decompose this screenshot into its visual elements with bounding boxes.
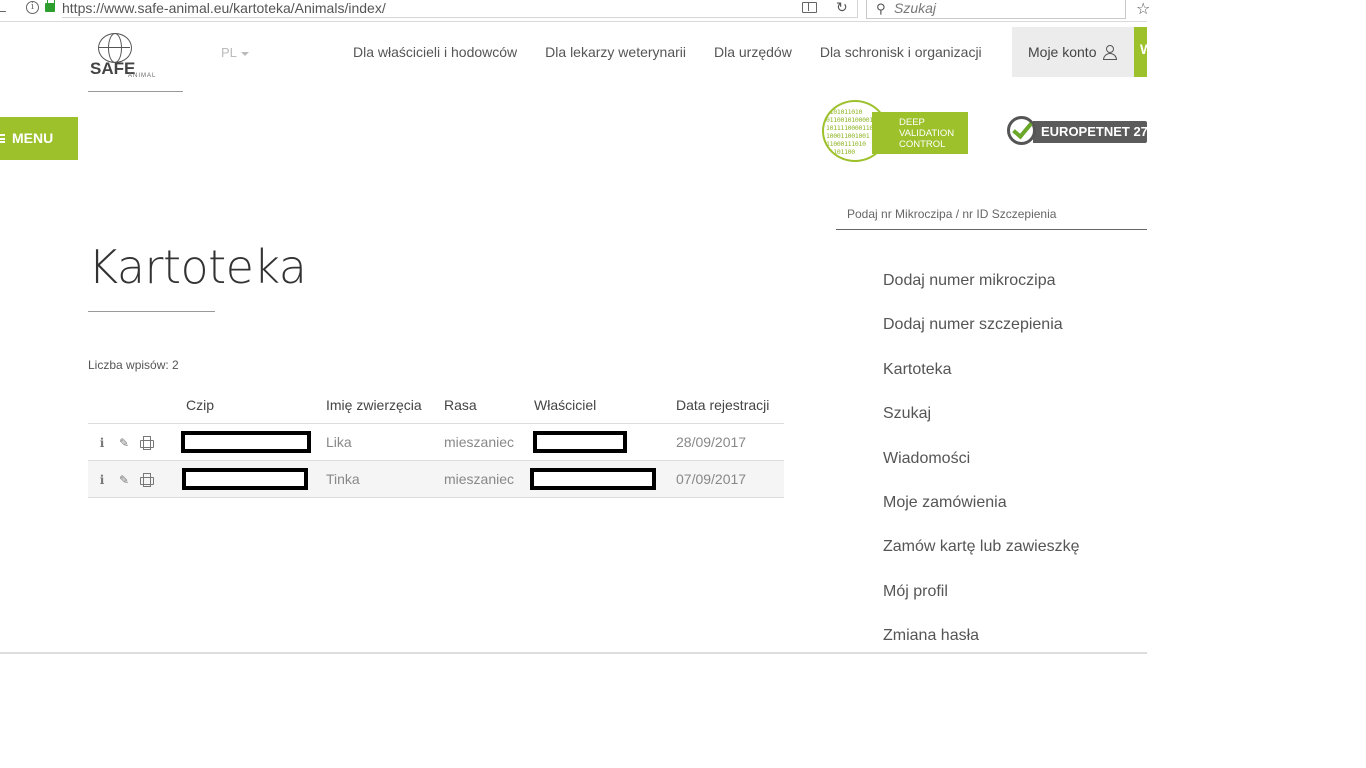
menu-label: MENU <box>12 130 54 146</box>
browser-search-placeholder[interactable]: Szukaj <box>894 0 936 16</box>
dvc-line-2: VALIDATION <box>899 128 955 139</box>
dvc-label: DEEP VALIDATION CONTROL <box>872 112 968 154</box>
side-menu-add-microchip[interactable]: Dodaj numer mikroczipa <box>883 260 1080 304</box>
logo-divider <box>88 91 183 92</box>
dvc-line-1: DEEP <box>899 117 925 128</box>
redaction-box <box>182 467 308 490</box>
nav-offices[interactable]: Dla urzędów <box>700 28 806 77</box>
registration-date-cell: 07/09/2017 <box>676 460 784 498</box>
safe-animal-logo[interactable]: SAFE ANIMAL <box>90 33 160 83</box>
europetnet-badge[interactable]: EUROPETNET 27 <box>1007 116 1147 147</box>
header-animal-name[interactable]: Imię zwierzęcia <box>326 388 444 424</box>
nav-green-tab-label: W <box>1140 41 1147 57</box>
animals-table: Czip Imię zwierzęcia Rasa Właściciel Dat… <box>88 388 784 498</box>
pencil-icon[interactable]: ✎ <box>117 436 131 450</box>
back-arrow-icon[interactable]: ← <box>0 1 9 18</box>
lock-icon <box>45 0 55 12</box>
print-icon[interactable] <box>139 472 154 487</box>
page-title: Kartoteka <box>88 240 307 294</box>
deep-validation-control-badge[interactable]: 1101011010 0110010100001 10111100001100 … <box>822 100 968 162</box>
bookmark-star-icon[interactable]: ☆ <box>1136 0 1150 19</box>
redaction-box <box>181 430 311 453</box>
language-selector[interactable]: PL <box>221 45 249 60</box>
side-menu-my-orders[interactable]: Moje zamówienia <box>883 482 1080 526</box>
row-actions: i ✎ <box>88 423 186 461</box>
table-header-row: Czip Imię zwierzęcia Rasa Właściciel Dat… <box>88 388 784 424</box>
logo-subtext: ANIMAL <box>128 73 157 79</box>
info-icon[interactable]: i <box>95 473 109 487</box>
registration-date-cell: 28/09/2017 <box>676 423 784 461</box>
owner-cell-redacted <box>533 423 676 461</box>
search-icon: ⚲ <box>876 1 886 16</box>
caret-down-icon <box>240 51 249 56</box>
menu-button[interactable]: MENU <box>0 117 78 160</box>
header-breed[interactable]: Rasa <box>444 388 534 424</box>
side-menu-my-profile[interactable]: Mój profil <box>883 571 1080 615</box>
breed-cell: mieszaniec <box>444 460 534 498</box>
row-actions: i ✎ <box>88 460 186 498</box>
hamburger-icon <box>0 134 5 143</box>
url-text[interactable]: https://www.safe-animal.eu/kartoteka/Ani… <box>62 0 386 17</box>
print-icon[interactable] <box>139 435 154 450</box>
header-owner[interactable]: Właściciel <box>534 388 676 424</box>
owner-cell-redacted <box>530 460 676 498</box>
dvc-line-3: CONTROL <box>899 139 946 150</box>
redaction-box <box>530 467 656 490</box>
side-menu-search[interactable]: Szukaj <box>883 393 1080 437</box>
pencil-icon[interactable]: ✎ <box>117 473 131 487</box>
user-icon <box>1103 45 1117 61</box>
nav-shelters-organizations[interactable]: Dla schronisk i organizacji <box>806 28 996 77</box>
info-icon[interactable]: i <box>95 436 109 450</box>
side-menu-order-card[interactable]: Zamów kartę lub zawieszkę <box>883 526 1080 570</box>
site-info-icon[interactable]: i <box>26 1 39 14</box>
reader-view-icon[interactable] <box>802 2 817 13</box>
language-label: PL <box>221 45 237 60</box>
reload-icon[interactable]: ↻ <box>836 0 848 16</box>
chip-cell-redacted <box>181 423 326 461</box>
table-row: i ✎ Tinka mieszaniec 07/09/2017 <box>88 460 784 498</box>
breed-cell: mieszaniec <box>444 423 534 461</box>
header-registration-date[interactable]: Data rejestracji <box>676 388 784 424</box>
europetnet-label: EUROPETNET 27 <box>1033 121 1147 143</box>
header-chip[interactable]: Czip <box>186 388 326 424</box>
animal-name-cell: Lika <box>326 423 444 461</box>
nav-owners-breeders[interactable]: Dla właścicieli i hodowców <box>339 28 531 77</box>
nav-veterinarians[interactable]: Dla lekarzy weterynarii <box>531 28 700 77</box>
redaction-box <box>533 430 627 453</box>
entry-count: Liczba wpisów: 2 <box>88 358 179 372</box>
main-nav: Dla właścicieli i hodowców Dla lekarzy w… <box>339 28 996 77</box>
nav-green-tab[interactable]: W <box>1134 27 1147 77</box>
side-menu-records[interactable]: Kartoteka <box>883 349 1080 393</box>
page-bottom-divider <box>0 652 1147 654</box>
side-menu: Dodaj numer mikroczipa Dodaj numer szcze… <box>883 260 1080 660</box>
browser-toolbar: ← i https://www.safe-animal.eu/kartoteka… <box>0 0 1150 22</box>
header-actions <box>88 388 186 424</box>
chip-cell-redacted <box>182 460 326 498</box>
chip-search-input[interactable] <box>836 198 1147 230</box>
checkmark-icon <box>1007 116 1036 145</box>
animal-name-cell: Tinka <box>326 460 444 498</box>
side-menu-add-vaccination[interactable]: Dodaj numer szczepienia <box>883 304 1080 348</box>
table-row: i ✎ Lika mieszaniec 28/09/2017 <box>88 423 784 461</box>
title-divider <box>88 311 215 312</box>
my-account-label: Moje konto <box>1028 44 1097 60</box>
side-menu-messages[interactable]: Wiadomości <box>883 438 1080 482</box>
